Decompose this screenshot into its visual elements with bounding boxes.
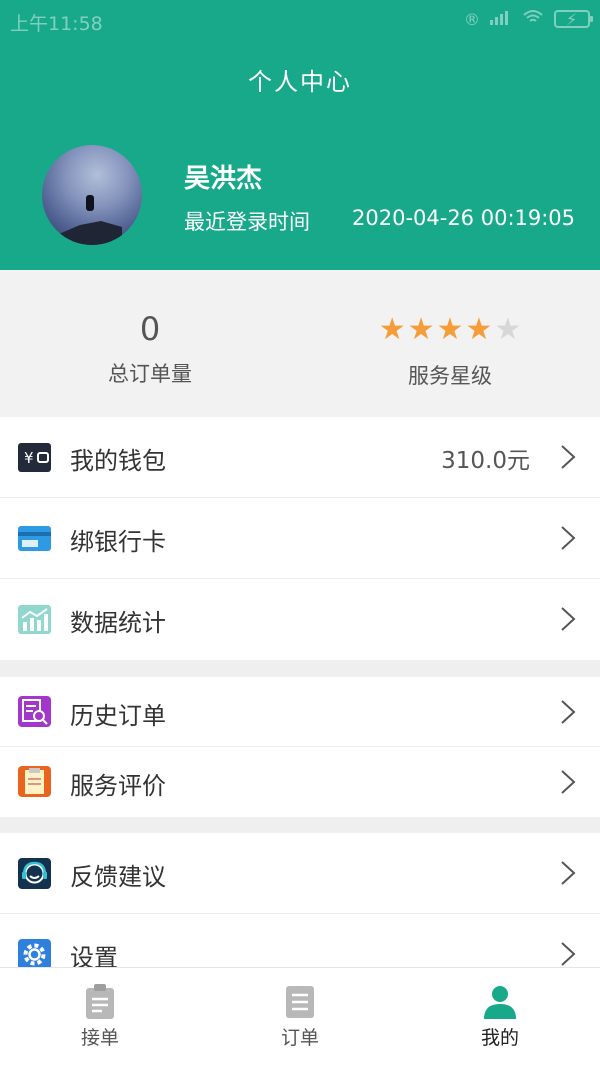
- status-bar: 上午11:58 ® ⚡: [0, 0, 600, 40]
- menu-label-feedback: 反馈建议: [70, 863, 166, 891]
- menu-item-wallet[interactable]: ¥ 我的钱包 310.0元: [0, 417, 600, 498]
- tab-mine[interactable]: 我的: [400, 968, 600, 1067]
- wifi-icon: [522, 9, 544, 29]
- status-icons: ® ⚡: [464, 9, 593, 29]
- star-icon: ★: [378, 312, 406, 347]
- bottom-tab-bar: 接单 订单 我的: [0, 967, 600, 1067]
- menu-label-history: 历史订单: [70, 702, 166, 730]
- user-name: 吴洪杰: [184, 164, 263, 194]
- star-icon: ★: [494, 312, 522, 347]
- rating-stars: ★ ★ ★ ★ ★: [300, 310, 600, 350]
- alarm-icon: ®: [464, 9, 480, 29]
- status-time: 上午11:58: [10, 13, 103, 35]
- service-rating-label: 服务星级: [408, 364, 492, 388]
- service-rating-stat: ★ ★ ★ ★ ★ 服务星级: [300, 310, 600, 390]
- history-search-icon: [18, 696, 51, 727]
- bank-card-icon: [18, 526, 51, 551]
- clipboard-icon: [86, 984, 114, 1019]
- menu-item-review[interactable]: 服务评价: [0, 747, 600, 817]
- star-icon: ★: [465, 312, 493, 347]
- page-title: 个人中心: [248, 68, 352, 96]
- signal-icon: [490, 9, 512, 29]
- chevron-right-icon: [561, 445, 576, 469]
- menu-item-statistics[interactable]: 数据统计: [0, 579, 600, 660]
- star-icon: ★: [436, 312, 464, 347]
- chevron-right-icon: [561, 526, 576, 550]
- total-orders-value: 0: [139, 310, 161, 348]
- menu-item-feedback[interactable]: 反馈建议: [0, 833, 600, 914]
- svg-text:¥: ¥: [24, 449, 34, 467]
- last-login-label: 最近登录时间: [184, 210, 310, 234]
- menu-item-bank-card[interactable]: 绑银行卡: [0, 498, 600, 579]
- gear-icon: [18, 939, 51, 970]
- menu-group-finance: ¥ 我的钱包 310.0元 绑银行卡 数据统计: [0, 417, 600, 660]
- tab-orders[interactable]: 订单: [200, 968, 400, 1067]
- star-icon: ★: [407, 312, 435, 347]
- chevron-right-icon: [561, 942, 576, 966]
- menu-label-statistics: 数据统计: [70, 609, 166, 637]
- chevron-right-icon: [561, 770, 576, 794]
- menu-label-bank-card: 绑银行卡: [70, 528, 166, 556]
- chevron-right-icon: [561, 607, 576, 631]
- wallet-icon: ¥: [18, 443, 51, 472]
- tab-label-accept-order: 接单: [80, 1027, 119, 1049]
- menu-group-orders: 历史订单 服务评价: [0, 677, 600, 817]
- total-orders-stat: 0 总订单量: [0, 310, 300, 388]
- menu-item-history[interactable]: 历史订单: [0, 677, 600, 747]
- profile-header: 上午11:58 ® ⚡ 个人中心 吴洪杰 最近登录时间 2020-04-26 0…: [0, 0, 600, 270]
- wallet-balance: 310.0元: [441, 448, 530, 474]
- stats-panel: 0 总订单量 ★ ★ ★ ★ ★ 服务星级: [0, 270, 600, 417]
- tab-label-orders: 订单: [280, 1027, 319, 1049]
- document-icon: [286, 986, 314, 1018]
- person-icon: [484, 986, 516, 1019]
- last-login-time: 2020-04-26 00:19:05: [352, 206, 576, 230]
- avatar[interactable]: [42, 145, 142, 245]
- menu-label-wallet: 我的钱包: [70, 447, 166, 475]
- total-orders-label: 总订单量: [108, 362, 192, 386]
- tab-label-mine: 我的: [480, 1027, 519, 1049]
- chevron-right-icon: [561, 700, 576, 724]
- headset-support-icon: [18, 858, 51, 889]
- chevron-right-icon: [561, 861, 576, 885]
- chart-icon: [18, 605, 51, 634]
- battery-icon: ⚡: [554, 10, 593, 29]
- review-note-icon: [18, 766, 51, 797]
- tab-accept-order[interactable]: 接单: [0, 968, 200, 1067]
- menu-label-review: 服务评价: [70, 772, 166, 800]
